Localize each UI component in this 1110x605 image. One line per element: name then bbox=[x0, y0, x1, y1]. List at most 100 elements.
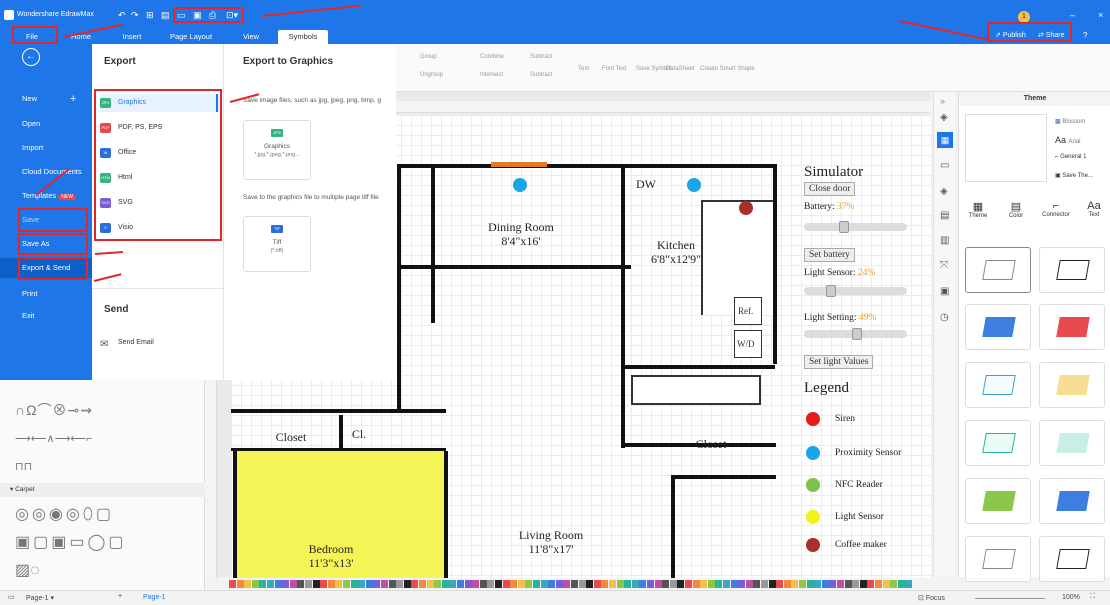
tab-view[interactable]: View bbox=[238, 30, 264, 44]
color-swatch[interactable] bbox=[578, 580, 586, 588]
color-swatch[interactable] bbox=[305, 580, 312, 588]
color-swatch[interactable] bbox=[510, 580, 518, 588]
color-swatch[interactable] bbox=[654, 580, 662, 588]
history-icon[interactable]: ◷ bbox=[940, 312, 949, 323]
color-swatch[interactable] bbox=[343, 580, 350, 588]
color-swatch[interactable] bbox=[563, 580, 571, 588]
color-swatch[interactable] bbox=[692, 580, 700, 588]
color-swatch[interactable] bbox=[882, 580, 890, 588]
color-swatch[interactable] bbox=[783, 580, 791, 588]
color-swatch[interactable] bbox=[289, 580, 297, 588]
color-swatch[interactable] bbox=[229, 580, 236, 588]
library-section-carpet[interactable]: ▾ Carpet bbox=[0, 483, 205, 497]
theme-thumbnail[interactable] bbox=[965, 247, 1031, 293]
export-pdf[interactable]: PDF PDF, PS, EPS bbox=[100, 119, 220, 137]
color-swatch[interactable] bbox=[517, 580, 525, 588]
color-swatch[interactable] bbox=[867, 580, 875, 588]
theme-thumbnail[interactable] bbox=[965, 478, 1031, 524]
ribbon-datasheet[interactable]: DataSheet bbox=[666, 66, 694, 72]
theme-tab-color[interactable]: ▤ Color bbox=[1005, 200, 1027, 219]
redo-icon[interactable]: ↷ bbox=[131, 10, 139, 20]
light-sensor-slider[interactable] bbox=[804, 285, 907, 297]
data-icon[interactable]: ▥ bbox=[940, 235, 949, 246]
color-swatch[interactable] bbox=[821, 580, 829, 588]
color-swatch[interactable] bbox=[267, 580, 274, 588]
color-swatch[interactable] bbox=[419, 580, 426, 588]
color-swatch[interactable] bbox=[373, 580, 381, 588]
export-svg[interactable]: SVG SVG bbox=[100, 194, 220, 212]
color-swatch[interactable] bbox=[685, 580, 692, 588]
color-swatch[interactable] bbox=[259, 580, 267, 588]
theme-tab-text[interactable]: Aa Text bbox=[1083, 200, 1105, 218]
ribbon-group[interactable]: Group bbox=[420, 54, 437, 60]
color-swatch[interactable] bbox=[624, 580, 632, 588]
color-swatch[interactable] bbox=[571, 580, 578, 588]
present-icon[interactable]: ▣ bbox=[940, 286, 949, 297]
back-button[interactable]: ← bbox=[22, 48, 40, 66]
image-icon[interactable]: ▭ bbox=[940, 160, 949, 171]
color-swatch[interactable] bbox=[707, 580, 715, 588]
color-swatch[interactable] bbox=[700, 580, 708, 588]
color-swatch[interactable] bbox=[464, 580, 472, 588]
set-light-values-button[interactable]: Set light Values bbox=[804, 355, 874, 369]
file-menu-new[interactable]: New + bbox=[0, 89, 92, 109]
new-file-icon[interactable]: ⊞ bbox=[146, 10, 154, 20]
file-menu-print[interactable]: Print bbox=[0, 284, 92, 304]
ribbon-subtract-2[interactable]: Subtract bbox=[530, 72, 552, 78]
color-swatch[interactable] bbox=[875, 580, 882, 588]
ribbon-text[interactable]: Text bbox=[578, 66, 589, 72]
color-swatch[interactable] bbox=[251, 580, 259, 588]
help-icon[interactable]: ? bbox=[1083, 31, 1087, 41]
color-swatch[interactable] bbox=[335, 580, 343, 588]
battery-slider[interactable] bbox=[804, 221, 907, 233]
ribbon-font-text[interactable]: Font Text bbox=[602, 66, 627, 72]
tab-insert[interactable]: Insert bbox=[117, 30, 147, 44]
color-swatch[interactable] bbox=[829, 580, 837, 588]
collapse-icon[interactable]: » bbox=[940, 96, 945, 106]
color-swatch[interactable] bbox=[555, 580, 563, 588]
fit-page-icon[interactable]: ⛶ bbox=[1090, 593, 1095, 601]
color-swatch[interactable] bbox=[403, 580, 411, 588]
color-swatch[interactable] bbox=[905, 580, 913, 588]
color-swatch[interactable] bbox=[327, 580, 335, 588]
ribbon-smart-shape[interactable]: Create Smart Shape bbox=[700, 66, 755, 72]
close-door-button[interactable]: Close door bbox=[804, 182, 856, 196]
color-swatch[interactable] bbox=[487, 580, 495, 588]
file-menu-import[interactable]: Import bbox=[0, 138, 92, 158]
color-swatch[interactable] bbox=[320, 580, 328, 588]
color-swatch[interactable] bbox=[890, 580, 898, 588]
theme-thumbnail[interactable] bbox=[965, 536, 1031, 582]
ribbon-combine[interactable]: Combine bbox=[480, 54, 504, 60]
tiff-card[interactable]: TIF Tiff (*.tiff) bbox=[243, 216, 311, 272]
set-battery-button[interactable]: Set battery bbox=[804, 248, 855, 262]
color-swatch[interactable] bbox=[350, 580, 358, 588]
undo-icon[interactable]: ↶ bbox=[118, 10, 126, 20]
color-swatch[interactable] bbox=[548, 580, 556, 588]
export-graphics[interactable]: JPG Graphics bbox=[100, 94, 220, 112]
color-swatch[interactable] bbox=[631, 580, 639, 588]
theme-tab-theme[interactable]: ▦ Theme bbox=[967, 200, 989, 219]
color-swatch[interactable] bbox=[662, 580, 670, 588]
minimize-icon[interactable]: – bbox=[1070, 10, 1075, 20]
color-swatch[interactable] bbox=[282, 580, 290, 588]
color-swatch[interactable] bbox=[761, 580, 768, 588]
color-swatch[interactable] bbox=[358, 580, 366, 588]
color-swatch[interactable] bbox=[312, 580, 320, 588]
color-swatch[interactable] bbox=[730, 580, 738, 588]
layers-icon[interactable]: ◈ bbox=[940, 186, 948, 197]
close-icon[interactable]: × bbox=[1098, 10, 1103, 20]
color-swatch[interactable] bbox=[791, 580, 799, 588]
send-email[interactable]: ✉ Send Email bbox=[100, 334, 220, 352]
export-html[interactable]: HTM Html bbox=[100, 169, 220, 187]
theme-option-blossom[interactable]: ▩ Blossom bbox=[1055, 118, 1085, 125]
color-swatch[interactable] bbox=[859, 580, 867, 588]
light-setting-slider[interactable] bbox=[804, 328, 907, 340]
file-menu-templates[interactable]: Templates NEW bbox=[0, 186, 92, 206]
color-swatch[interactable] bbox=[669, 580, 677, 588]
color-swatch[interactable] bbox=[586, 580, 594, 588]
proximity-sensor-dot[interactable] bbox=[687, 178, 701, 192]
color-swatch[interactable] bbox=[533, 580, 540, 588]
color-swatch[interactable] bbox=[609, 580, 616, 588]
theme-thumbnail[interactable] bbox=[1039, 536, 1105, 582]
color-swatch[interactable] bbox=[593, 580, 601, 588]
